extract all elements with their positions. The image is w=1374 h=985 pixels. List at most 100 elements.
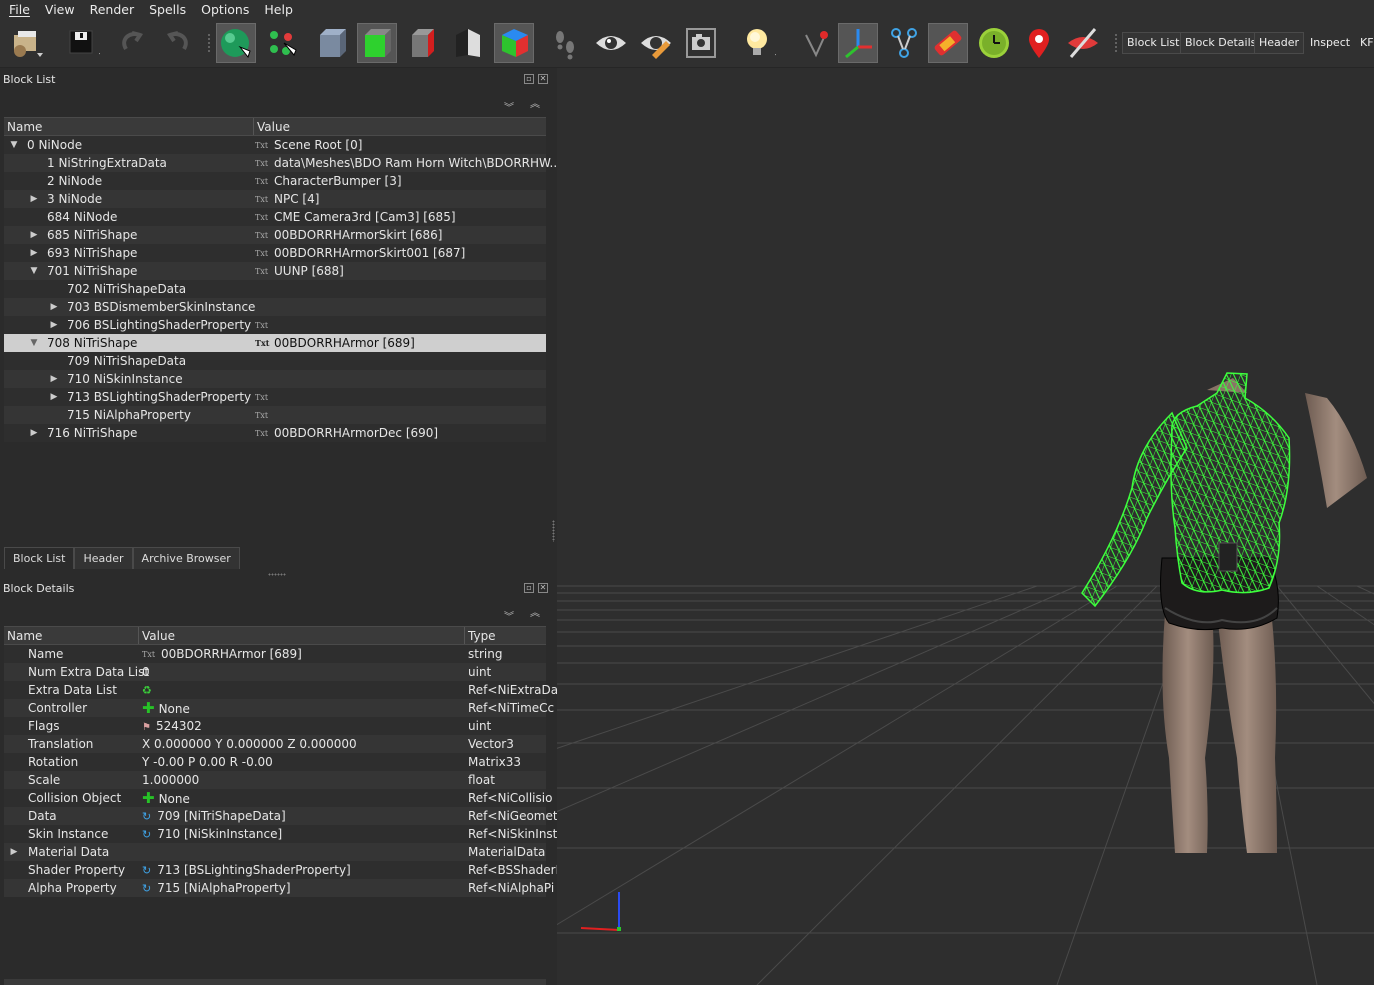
menu-file[interactable]: File [0,0,36,19]
column-type[interactable]: Type [468,629,496,643]
undo-icon[interactable] [114,23,154,63]
field-value-cell[interactable]: 1.000000 [142,771,199,789]
expand-down-icon[interactable]: ▼ [29,262,39,280]
field-value-cell[interactable]: ✚ None [142,789,190,808]
3d-viewport[interactable] [557,68,1374,985]
tree-row[interactable]: ▶ 685 NiTriShape Txt 00BDORRHArmorSkirt [68… [4,226,546,244]
tree-row[interactable]: ▶ 706 BSLightingShaderProperty Txt [4,316,546,334]
expand-right-icon[interactable]: ▶ [49,316,59,334]
field-value-cell[interactable]: ↻ 713 [BSLightingShaderProperty] [142,861,351,880]
field-value-cell[interactable]: ↻ 715 [NiAlphaProperty] [142,879,291,898]
axes-icon[interactable] [838,23,878,63]
panel-splitter[interactable] [268,573,286,576]
hide-icon[interactable] [1063,23,1103,63]
expand-right-icon[interactable]: ▶ [29,244,39,262]
tree-row[interactable]: ▼ 708 NiTriShape Txt 00BDORRHArmor [689] [4,334,546,352]
load-icon[interactable] [8,23,48,63]
node-select-icon[interactable] [262,23,302,63]
field-value-cell[interactable]: 0 [142,663,150,681]
expand-right-icon[interactable]: ▶ [49,370,59,388]
tab-header[interactable]: Header [74,547,133,569]
tree-row[interactable]: 2 NiNode Txt CharacterBumper [3] [4,172,546,190]
tab-archive-browser[interactable]: Archive Browser [132,547,240,569]
color-cube-icon[interactable] [494,23,534,63]
box-icon[interactable] [312,23,352,63]
close-icon[interactable]: ✕ [538,74,548,84]
paintbrush-icon[interactable] [928,23,968,63]
detail-row[interactable]: Controller ✚ None Ref<NiTimeCc [4,699,554,718]
field-value-cell[interactable]: Txt 00BDORRHArmor [689] [142,645,302,664]
camera-icon[interactable] [681,23,721,63]
tree-row[interactable]: ▼ 701 NiTriShape Txt UUNP [688] [4,262,546,280]
menu-help[interactable]: Help [255,0,299,19]
menu-options[interactable]: Options [192,0,255,19]
expand-right-icon[interactable]: ▶ [29,226,39,244]
expand-down-icon[interactable]: ▼ [9,136,19,154]
detail-row[interactable]: Data ↻ 709 [NiTriShapeData] Ref<NiGeomet [4,807,558,826]
tree-row[interactable]: 702 NiTriShapeData [4,280,546,298]
expand-right-icon[interactable]: ▶ [49,388,59,406]
menu-view[interactable]: View [36,0,81,19]
expand-right-icon[interactable]: ▶ [29,190,39,208]
map-marker-icon[interactable] [1019,23,1059,63]
tree-row[interactable]: 1 NiStringExtraData Txt data\Meshes\BDO Ra… [4,154,561,172]
field-value-cell[interactable]: Y -0.00 P 0.00 R -0.00 [142,753,273,771]
chevron-down-icon[interactable]: ︾ [504,608,514,623]
float-icon[interactable]: ▫ [524,74,534,84]
redo-icon[interactable] [156,23,196,63]
tree-row[interactable]: 684 NiNode Txt CME Camera3rd [Cam3] [685] [4,208,546,226]
tree-row[interactable]: ▶ 716 NiTriShape Txt 00BDORRHArmorDec [690] [4,424,546,442]
clock-icon[interactable] [974,23,1014,63]
toolbar-kf-button[interactable]: KF [1355,32,1374,54]
eye-icon[interactable] [591,23,631,63]
footprints-icon[interactable] [546,23,586,63]
toolbar-inspect-button[interactable]: Inspect [1305,32,1355,54]
toolbar-block-details-button[interactable]: Block Details [1180,32,1262,54]
expand-right-icon[interactable]: ▶ [9,843,19,861]
detail-row[interactable]: Scale 1.000000 float [4,771,546,789]
expand-right-icon[interactable]: ▶ [29,424,39,442]
vertex-pin-icon[interactable] [796,23,836,63]
menu-render[interactable]: Render [81,0,141,19]
column-value[interactable]: Value [257,120,290,134]
green-box-icon[interactable] [357,23,397,63]
flip-icon[interactable] [448,23,488,63]
detail-row[interactable]: Num Extra Data List 0 uint [4,663,546,681]
detail-row[interactable]: Alpha Property ↻ 715 [NiAlphaProperty] Ref<… [4,879,554,898]
chevron-down-icon[interactable]: ︾ [504,99,514,114]
tree-row[interactable]: ▶ 713 BSLightingShaderProperty Txt [4,388,546,406]
tree-row[interactable]: 709 NiTriShapeData [4,352,546,370]
detail-row[interactable]: Translation X 0.000000 Y 0.000000 Z 0.000… [4,735,546,753]
chevron-up-icon[interactable]: ︽ [530,95,540,110]
field-value-cell[interactable]: ⚑ 524302 [142,717,202,737]
chevron-up-icon[interactable]: ︽ [530,604,540,619]
tree-row[interactable]: ▶ 693 NiTriShape Txt 00BDORRHArmorSkirt001 … [4,244,546,262]
column-value[interactable]: Value [142,629,175,643]
close-icon[interactable]: ✕ [538,583,548,593]
save-icon[interactable] [62,23,102,63]
tree-row[interactable]: 715 NiAlphaProperty Txt [4,406,546,424]
skeleton-icon[interactable] [884,23,924,63]
detail-row[interactable]: Shader Property ↻ 713 [BSLightingShaderPro… [4,861,559,880]
viewport-splitter[interactable] [552,520,555,542]
field-value-cell[interactable]: X 0.000000 Y 0.000000 Z 0.000000 [142,735,357,753]
field-value-cell[interactable]: ↻ 709 [NiTriShapeData] [142,807,286,826]
tree-row[interactable]: ▼ 0 NiNode Txt Scene Root [0] [4,136,546,154]
float-icon[interactable]: ▫ [524,583,534,593]
tab-block-list[interactable]: Block List [4,547,75,569]
column-name[interactable]: Name [7,120,42,134]
toolbar-header-button[interactable]: Header [1254,32,1305,54]
light-bulb-icon[interactable] [738,23,778,63]
menu-spells[interactable]: Spells [140,0,192,19]
detail-row[interactable]: Extra Data List ♻ Ref<NiExtraDa [4,681,558,699]
eye-pencil-icon[interactable] [636,23,676,63]
field-value-cell[interactable]: ↻ 710 [NiSkinInstance] [142,825,282,844]
tree-row[interactable]: ▶ 710 NiSkinInstance [4,370,546,388]
detail-row[interactable]: Flags ⚑ 524302 uint [4,717,546,735]
sphere-select-icon[interactable] [216,23,256,63]
field-value-cell[interactable]: ✚ None [142,699,190,718]
expand-right-icon[interactable]: ▶ [49,298,59,316]
detail-row[interactable]: Name Txt 00BDORRHArmor [689] string [4,645,546,663]
horizontal-scrollbar[interactable] [4,979,546,985]
detail-row[interactable]: Collision Object ✚ None Ref<NiCollisio [4,789,552,808]
